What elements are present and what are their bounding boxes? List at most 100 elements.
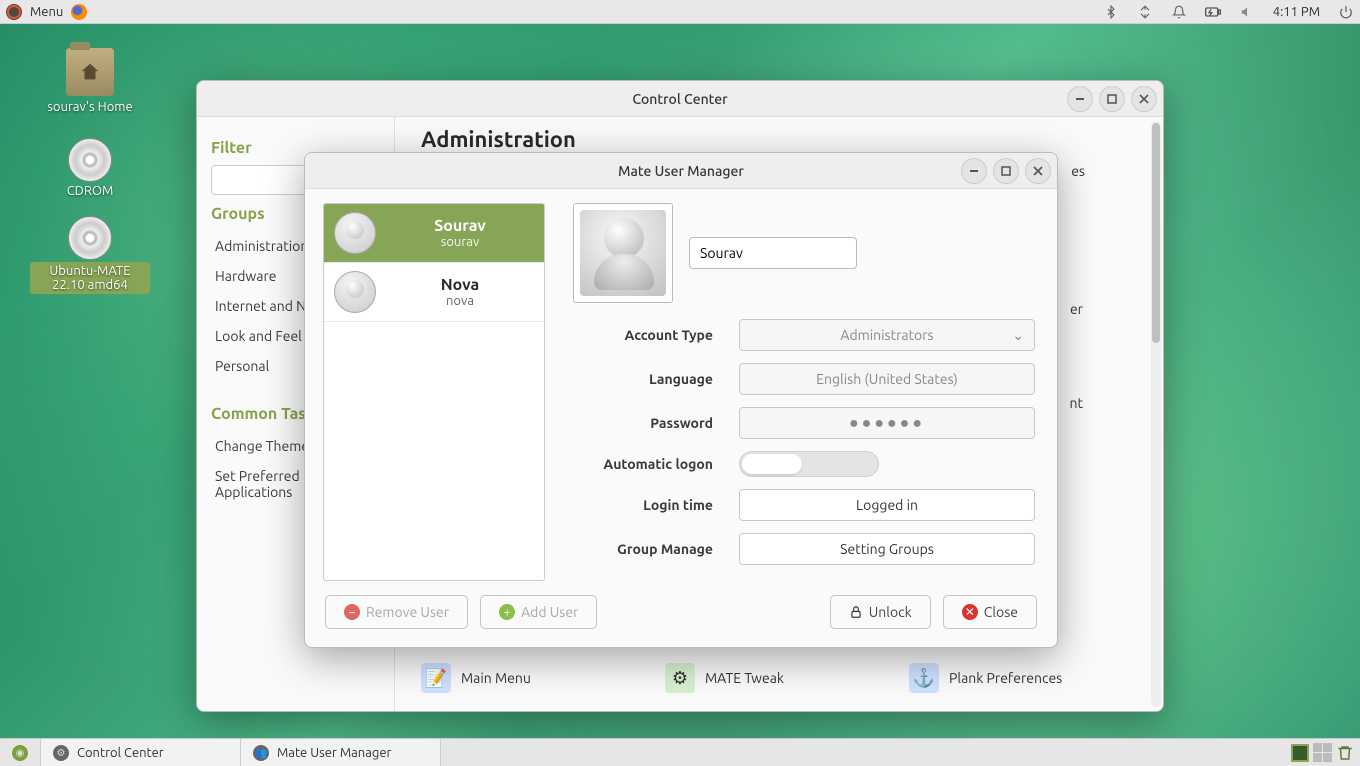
folder-home-icon	[66, 48, 114, 96]
cc-item-label: Plank Preferences	[949, 670, 1062, 686]
scrollbar[interactable]	[1151, 121, 1161, 707]
user-display-name: Nova	[386, 276, 534, 294]
language-value: English (United States)	[816, 371, 958, 387]
show-desktop-button[interactable]: ◉	[0, 739, 41, 766]
cc-item-partial: er	[1070, 301, 1083, 317]
cc-item-partial: nt	[1070, 395, 1084, 411]
cc-item-partial: es	[1071, 163, 1085, 179]
desktop-home-folder[interactable]: sourav's Home	[30, 48, 150, 114]
language-button[interactable]: English (United States)	[739, 363, 1035, 395]
account-type-label: Account Type	[573, 327, 723, 343]
password-mask: ●●●●●●	[849, 414, 925, 433]
titlebar[interactable]: Mate User Manager	[305, 153, 1057, 189]
auto-logon-label: Automatic logon	[573, 456, 723, 472]
user-manager-footer: – Remove User + Add User Unlock ✕ Close	[305, 581, 1057, 647]
window-title: Control Center	[632, 91, 727, 107]
distro-logo-icon[interactable]	[6, 4, 22, 20]
plus-icon: +	[499, 604, 515, 620]
close-icon: ✕	[962, 604, 978, 620]
battery-icon[interactable]	[1205, 4, 1221, 20]
power-icon[interactable]	[1338, 4, 1354, 20]
taskbar-item-control-center[interactable]: ⚙ Control Center	[41, 739, 241, 766]
cd-icon	[68, 216, 112, 260]
group-manage-value: Setting Groups	[840, 541, 934, 557]
cc-item-label: Main Menu	[461, 670, 531, 686]
lock-icon	[849, 605, 863, 619]
section-title: Administration	[421, 127, 1137, 152]
tweak-icon: ⚙	[665, 663, 695, 693]
settings-icon: ⚙	[53, 745, 69, 761]
close-button[interactable]	[1025, 158, 1051, 184]
bluetooth-icon[interactable]	[1103, 4, 1119, 20]
minimize-button[interactable]	[961, 158, 987, 184]
maximize-button[interactable]	[1099, 86, 1125, 112]
login-time-button[interactable]: Logged in	[739, 489, 1035, 521]
trash-icon[interactable]	[1336, 744, 1354, 762]
window-title: Mate User Manager	[618, 163, 744, 179]
menu-label[interactable]: Menu	[30, 5, 63, 19]
user-detail-panel: Account Type Administrators ⌄ Language E…	[545, 189, 1057, 581]
language-label: Language	[573, 371, 723, 387]
close-button[interactable]	[1131, 86, 1157, 112]
desktop-icon-label: CDROM	[30, 184, 150, 198]
minimize-button[interactable]	[1067, 86, 1093, 112]
taskbar-label: Control Center	[77, 746, 164, 760]
firefox-icon[interactable]	[71, 4, 87, 20]
display-name-input[interactable]	[689, 237, 857, 269]
user-list: Sourav sourav Nova nova	[323, 203, 545, 581]
user-list-item[interactable]: Sourav sourav	[324, 204, 544, 263]
cc-item-plank[interactable]: ⚓ Plank Preferences	[909, 663, 1133, 693]
account-type-value: Administrators	[840, 327, 933, 343]
group-manage-button[interactable]: Setting Groups	[739, 533, 1035, 565]
cc-item-main-menu[interactable]: 📝 Main Menu	[421, 663, 645, 693]
top-panel: Menu 4:11 PM	[0, 0, 1360, 24]
volume-icon[interactable]	[1239, 4, 1255, 20]
cd-icon	[68, 138, 112, 182]
user-login-name: sourav	[386, 235, 534, 249]
taskbar-label: Mate User Manager	[277, 746, 391, 760]
close-dialog-button[interactable]: ✕ Close	[943, 595, 1037, 629]
taskbar-item-user-manager[interactable]: 👥 Mate User Manager	[241, 739, 441, 766]
remove-user-button[interactable]: – Remove User	[325, 595, 468, 629]
desktop-icon-label: sourav's Home	[30, 100, 150, 114]
desktop-iso[interactable]: Ubuntu-MATE 22.10 amd64	[30, 214, 150, 294]
button-label: Add User	[521, 604, 578, 620]
button-label: Remove User	[366, 604, 449, 620]
cc-item-label: MATE Tweak	[705, 670, 784, 686]
password-button[interactable]: ●●●●●●	[739, 407, 1035, 439]
button-label: Close	[984, 604, 1018, 620]
maximize-button[interactable]	[993, 158, 1019, 184]
plank-icon: ⚓	[909, 663, 939, 693]
add-user-button[interactable]: + Add User	[480, 595, 597, 629]
cc-item-mate-tweak[interactable]: ⚙ MATE Tweak	[665, 663, 889, 693]
workspace-switcher[interactable]	[1313, 743, 1332, 762]
updates-icon[interactable]	[1137, 4, 1153, 20]
desktop-cdrom[interactable]: CDROM	[30, 136, 150, 198]
avatar-icon	[334, 212, 376, 254]
account-type-select[interactable]: Administrators ⌄	[739, 319, 1035, 351]
login-time-label: Login time	[573, 497, 723, 513]
notifications-icon[interactable]	[1171, 4, 1187, 20]
login-time-value: Logged in	[856, 497, 918, 513]
auto-logon-toggle[interactable]	[739, 451, 879, 477]
user-display-name: Sourav	[386, 217, 534, 235]
desktop-icon-label: Ubuntu-MATE 22.10 amd64	[30, 262, 150, 294]
workspace-1[interactable]	[1291, 744, 1309, 762]
button-label: Unlock	[869, 604, 912, 620]
user-list-item[interactable]: Nova nova	[324, 263, 544, 322]
user-login-name: nova	[386, 294, 534, 308]
user-manager-window: Mate User Manager Sourav sourav N	[304, 152, 1058, 648]
users-icon: 👥	[253, 745, 269, 761]
chevron-down-icon: ⌄	[1012, 327, 1024, 344]
clock[interactable]: 4:11 PM	[1273, 5, 1320, 19]
minus-icon: –	[344, 604, 360, 620]
avatar-icon	[334, 271, 376, 313]
avatar-large[interactable]	[573, 203, 673, 303]
scrollbar-thumb[interactable]	[1152, 123, 1160, 343]
bottom-panel: ◉ ⚙ Control Center 👥 Mate User Manager	[0, 738, 1360, 766]
menu-editor-icon: 📝	[421, 663, 451, 693]
unlock-button[interactable]: Unlock	[830, 595, 931, 629]
mate-logo-icon: ◉	[12, 745, 28, 761]
titlebar[interactable]: Control Center	[197, 81, 1163, 117]
password-label: Password	[573, 415, 723, 431]
